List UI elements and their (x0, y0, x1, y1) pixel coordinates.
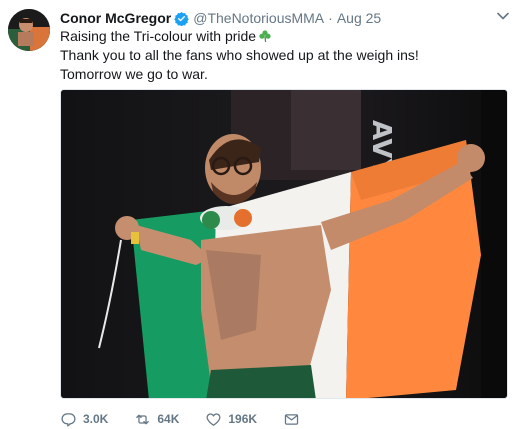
author-display-name[interactable]: Conor McGregor (60, 10, 171, 26)
reply-icon (61, 412, 76, 427)
direct-message-button[interactable] (283, 411, 300, 428)
tweet-text-line-1: Raising the Tri-colour with pride (60, 28, 257, 44)
separator-dot: · (328, 10, 333, 26)
chevron-down-icon[interactable] (496, 9, 510, 23)
tweet-timestamp[interactable]: Aug 25 (337, 10, 381, 26)
direct-message-icon (284, 413, 299, 425)
like-count: 196K (228, 412, 258, 426)
retweet-button[interactable]: 64K (134, 411, 179, 428)
retweet-count: 64K (157, 412, 180, 426)
tweet-text-line: Raising the Tri-colour with pride (60, 27, 500, 46)
avatar[interactable] (8, 9, 50, 51)
tweet-actions: 3.0K 64K 196K (60, 410, 326, 428)
tweet-text-line-2: Thank you to all the fans who showed up … (60, 47, 419, 63)
reply-count: 3.0K (83, 412, 109, 426)
tweet-card[interactable]: Conor McGregor @TheNotoriousMMA · Aug 25… (0, 0, 522, 429)
tweet-header: Conor McGregor @TheNotoriousMMA · Aug 25 (60, 9, 381, 27)
tweet-text: Raising the Tri-colour with pride Thank … (60, 27, 500, 84)
shamrock-icon (258, 29, 272, 43)
author-handle[interactable]: @TheNotoriousMMA (193, 10, 324, 26)
verified-badge-icon (174, 11, 189, 26)
retweet-icon (136, 414, 150, 424)
tweet-media-photo[interactable]: AVY (60, 89, 508, 399)
reply-button[interactable]: 3.0K (60, 411, 108, 428)
tweet-text-line-3: Tomorrow we go to war. (60, 66, 208, 82)
like-button[interactable]: 196K (205, 411, 257, 428)
like-icon (206, 412, 221, 426)
